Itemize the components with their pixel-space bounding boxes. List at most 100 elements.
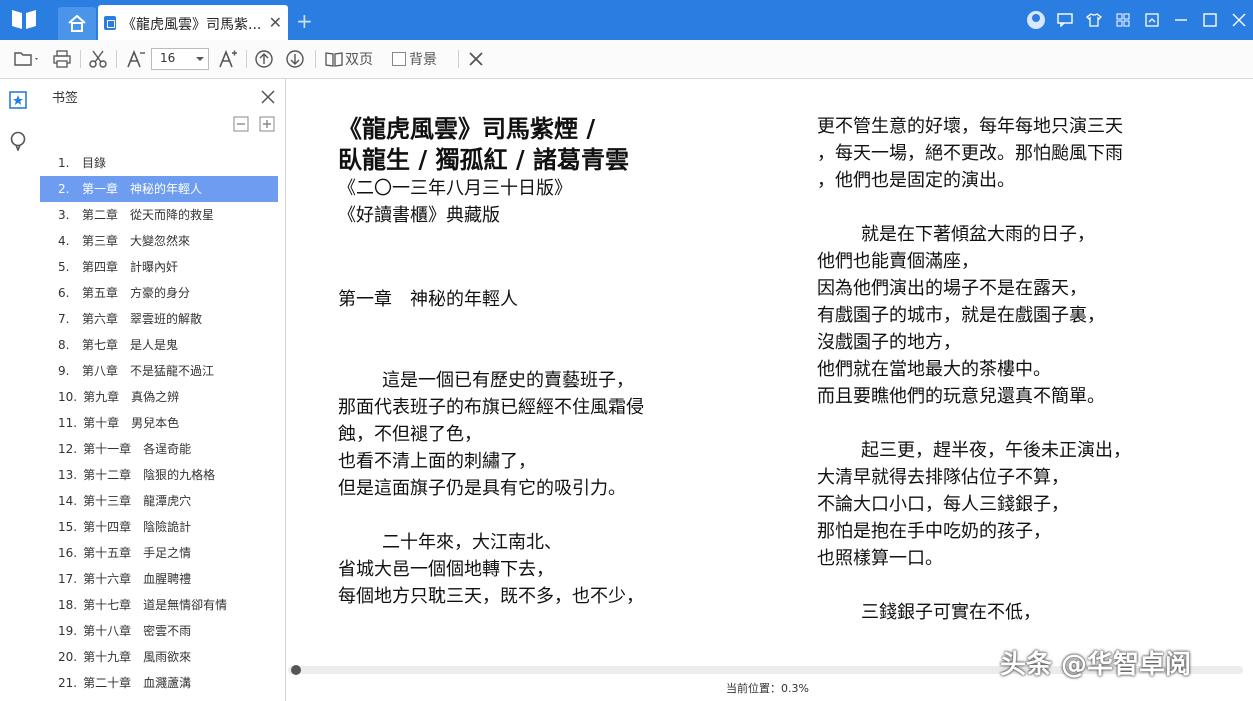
- font-increase-icon: [219, 49, 237, 68]
- sidebar-close-button[interactable]: [261, 82, 275, 109]
- bookmark-label: 第十六章 血腥聘禮: [83, 572, 192, 586]
- open-file-button[interactable]: [14, 49, 40, 69]
- collapse-all-icon[interactable]: [233, 116, 249, 132]
- bookmark-item[interactable]: 6. 第五章 方豪的身分: [40, 280, 278, 306]
- bookmark-item[interactable]: 17. 第十六章 血腥聘禮: [40, 566, 278, 592]
- bookmark-item[interactable]: 3. 第二章 從天而降的救星: [40, 202, 278, 228]
- bookmark-star-icon[interactable]: [9, 91, 27, 109]
- bookmark-item[interactable]: 14. 第十三章 龍潭虎穴: [40, 488, 278, 514]
- bookmark-number: 3.: [58, 208, 70, 222]
- bookmark-item[interactable]: 19. 第十八章 密雲不雨: [40, 618, 278, 644]
- minimize-button[interactable]: [1166, 0, 1195, 40]
- maximize-icon: [1202, 13, 1217, 27]
- bookmark-item[interactable]: 4. 第三章 大變忽然來: [40, 228, 278, 254]
- bookmark-label: 第五章 方豪的身分: [82, 286, 191, 300]
- bookmark-number: 5.: [58, 260, 70, 274]
- bookmark-item[interactable]: 11. 第十章 男兒本色: [40, 410, 278, 436]
- decrease-font-button[interactable]: [126, 49, 146, 69]
- app-logo-icon: [12, 10, 36, 29]
- bookmark-item[interactable]: 2. 第一章 神秘的年輕人: [40, 176, 278, 202]
- right-page-column: 更不管生意的好壞，每年每地只演三天 ，每天一場，絕不更改。那怕颱風下雨 ，他們也是固…: [817, 113, 1237, 626]
- bookmark-number: 1.: [58, 156, 70, 170]
- expand-all-icon[interactable]: [259, 116, 275, 132]
- next-page-button[interactable]: [285, 49, 305, 69]
- paragraph: 更不管生意的好壞，每年每地只演三天 ，每天一場，絕不更改。那怕颱風下雨 ，他們也是固…: [817, 113, 1237, 194]
- bookmark-label: 第十五章 手足之情: [83, 546, 192, 560]
- bookmark-item[interactable]: 21. 第二十章 血濺蘆溝: [40, 670, 278, 696]
- scissors-icon: [89, 50, 107, 68]
- bookmark-label: 第八章 不是猛龍不過江: [82, 364, 215, 378]
- text-line: 有戲園子的城市，就是在戲園子裏，: [817, 305, 1105, 326]
- bookmark-number: 9.: [58, 364, 70, 378]
- window-mode-icon: [1144, 13, 1159, 27]
- previous-page-button[interactable]: [254, 49, 274, 69]
- grid-icon: [1116, 13, 1129, 27]
- text-line: 每個地方只耽三天，既不多，也不少，: [338, 586, 644, 607]
- bookmark-label: 第七章 是人是鬼: [82, 338, 179, 352]
- bookmark-item[interactable]: 13. 第十二章 陰狠的九格格: [40, 462, 278, 488]
- new-tab-button[interactable]: +: [296, 9, 313, 33]
- tab-close-button[interactable]: ✕: [269, 13, 282, 32]
- bookmark-label: 第十九章 風雨欲來: [83, 650, 192, 664]
- document-tab[interactable]: 《龍虎風雲》司馬紫... ✕: [98, 5, 288, 40]
- close-button[interactable]: [1224, 0, 1253, 40]
- bookmark-label: 第十三章 龍潭虎穴: [83, 494, 192, 508]
- bookmark-label: 第十一章 各逞奇能: [83, 442, 192, 456]
- bookmark-item[interactable]: 8. 第七章 是人是鬼: [40, 332, 278, 358]
- cut-button[interactable]: [88, 49, 108, 69]
- bookmark-item[interactable]: 5. 第四章 計曝內奸: [40, 254, 278, 280]
- text-line: 也照樣算一口。: [817, 548, 943, 569]
- bookmark-item[interactable]: 12. 第十一章 各逞奇能: [40, 436, 278, 462]
- double-page-toggle[interactable]: 双页: [325, 49, 373, 69]
- bookmark-item[interactable]: 10. 第九章 真偽之辨: [40, 384, 278, 410]
- close-icon: [261, 90, 275, 104]
- bookmark-label: 第九章 真偽之辨: [83, 390, 180, 404]
- bookmark-number: 20.: [58, 650, 78, 664]
- print-button[interactable]: [52, 49, 72, 69]
- text-line: 三錢銀子可實在不低，: [861, 602, 1041, 623]
- home-tab[interactable]: [58, 7, 96, 40]
- mini-mode-button[interactable]: [1137, 0, 1166, 40]
- bookmark-label: 第一章 神秘的年輕人: [82, 182, 203, 196]
- paragraph: 起三更，趕半夜，午後未正演出， 大清早就得去排隊佔位子不算， 不論大口小口，每人三錢…: [817, 437, 1237, 572]
- bookmark-item[interactable]: 20. 第十九章 風雨欲來: [40, 644, 278, 670]
- text-line: ，他們也是固定的演出。: [817, 170, 1015, 191]
- text-line: ，每天一場，絕不更改。那怕颱風下雨: [817, 143, 1123, 164]
- bookmark-label: 第三章 大變忽然來: [82, 234, 191, 248]
- bookmark-item[interactable]: 1. 目錄: [40, 150, 278, 176]
- feedback-button[interactable]: [1050, 0, 1079, 40]
- bookmark-sidebar: 书签 1. 目錄 2. 第一章 神秘的年輕人 3. 第二章 從天而降的救星 4. 第三章 大變…: [38, 79, 286, 701]
- font-size-select[interactable]: 16: [151, 48, 209, 70]
- background-checkbox[interactable]: [392, 52, 406, 66]
- current-position-text: 当前位置：0.3%: [726, 682, 809, 695]
- background-toggle[interactable]: 背景: [392, 49, 437, 69]
- bookmark-number: 15.: [58, 520, 78, 534]
- skin-button[interactable]: [1079, 0, 1108, 40]
- text-line: 蝕，不但褪了色，: [338, 424, 482, 445]
- edition-line: 《二〇一三年八月三十日版》: [338, 178, 572, 199]
- bookmark-item[interactable]: 9. 第八章 不是猛龍不過江: [40, 358, 278, 384]
- progress-slider-handle[interactable]: [290, 665, 301, 675]
- bookmark-label: 目錄: [82, 156, 107, 170]
- bookmark-label: 第十四章 陰險詭計: [83, 520, 192, 534]
- bookmark-list: 1. 目錄 2. 第一章 神秘的年輕人 3. 第二章 從天而降的救星 4. 第三章 大變忽然來…: [40, 150, 278, 696]
- minimize-icon: [1174, 19, 1187, 21]
- sidebar-title: 书签: [52, 91, 79, 106]
- thought-bubble-icon[interactable]: [9, 131, 27, 151]
- bookmark-number: 7.: [58, 312, 70, 326]
- bookmark-item[interactable]: 15. 第十四章 陰險詭計: [40, 514, 278, 540]
- sidebar-tools: [233, 116, 275, 132]
- bookmark-number: 13.: [58, 468, 78, 482]
- increase-font-button[interactable]: [218, 49, 238, 69]
- double-page-label: 双页: [345, 52, 373, 68]
- arrow-down-circle-icon: [286, 50, 304, 68]
- apps-button[interactable]: [1108, 0, 1137, 40]
- bookmark-item[interactable]: 16. 第十五章 手足之情: [40, 540, 278, 566]
- fullscreen-exit-button[interactable]: [468, 49, 484, 69]
- bookmark-item[interactable]: 18. 第十七章 道是無情卻有情: [40, 592, 278, 618]
- toolbar-divider: [80, 50, 81, 68]
- user-avatar-button[interactable]: [1021, 0, 1050, 40]
- maximize-button[interactable]: [1195, 0, 1224, 40]
- bookmark-item[interactable]: 7. 第六章 翠雲班的解散: [40, 306, 278, 332]
- paragraph: 三錢銀子可實在不低，: [817, 599, 1237, 626]
